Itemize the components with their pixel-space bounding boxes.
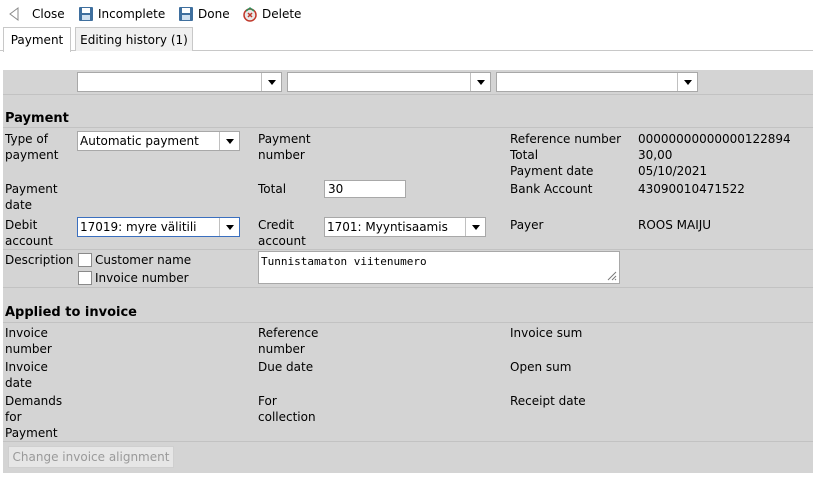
due-date-label: Due date — [258, 360, 314, 374]
chevron-down-icon — [261, 73, 281, 91]
close-button[interactable]: Close — [6, 3, 65, 25]
debit-account-label: Debit account — [5, 218, 53, 248]
type-of-payment-label: Type of payment — [5, 132, 59, 162]
bank-account-value: 43090010471522 — [638, 182, 745, 196]
done-label: Done — [198, 7, 230, 21]
customer-name-checkbox[interactable] — [78, 253, 92, 267]
delete-button[interactable]: Delete — [242, 3, 301, 25]
save-icon — [179, 7, 193, 21]
total-input[interactable]: 30 — [324, 180, 406, 198]
invoice-number-checkbox[interactable] — [78, 271, 92, 285]
tab-bar: Payment Editing history (1) — [0, 27, 813, 52]
invoice-date-label: Invoice date — [5, 360, 48, 390]
incomplete-button[interactable]: Incomplete — [78, 3, 165, 25]
credit-account-value: 1701: Myyntisaamis — [327, 220, 448, 234]
delete-icon — [243, 7, 257, 22]
description-text: Tunnistamaton viitenumero — [261, 255, 427, 268]
change-invoice-alignment-button[interactable]: Change invoice alignment — [8, 446, 174, 468]
payment-date-summary-label: Payment date — [510, 164, 594, 178]
applied-reference-number-label: Reference number — [258, 326, 319, 356]
done-button[interactable]: Done — [178, 3, 230, 25]
tab-payment[interactable]: Payment — [3, 27, 71, 52]
incomplete-label: Incomplete — [98, 7, 166, 21]
filter-select-1[interactable] — [77, 72, 282, 92]
total-summary-label: Total — [510, 148, 539, 162]
invoice-number-checkbox-label: Invoice number — [95, 271, 189, 285]
delete-label: Delete — [262, 7, 302, 21]
open-sum-label: Open sum — [510, 360, 572, 374]
invoice-sum-label: Invoice sum — [510, 326, 583, 340]
debit-account-value: 17019: myre välitili — [80, 220, 197, 234]
for-collection-label: For collection — [258, 394, 316, 424]
payment-date-summary-value: 05/10/2021 — [638, 164, 708, 178]
chevron-down-icon — [219, 132, 239, 150]
total-summary-value: 30,00 — [638, 148, 673, 162]
divider — [3, 249, 813, 250]
tab-editing-history[interactable]: Editing history (1) — [75, 27, 193, 51]
resize-grip-icon[interactable] — [605, 269, 617, 281]
receipt-date-label: Receipt date — [510, 394, 586, 408]
debit-account-select[interactable]: 17019: myre välitili — [77, 217, 240, 237]
total-label: Total — [258, 182, 287, 196]
description-label: Description — [5, 253, 74, 267]
filter-select-3[interactable] — [496, 72, 698, 92]
credit-account-select[interactable]: 1701: Myyntisaamis — [324, 217, 486, 237]
reference-number-label: Reference number — [510, 132, 622, 146]
payment-number-label: Payment number — [258, 132, 311, 162]
divider — [3, 94, 813, 95]
back-arrow-icon — [9, 7, 19, 21]
payment-date-label: Payment date — [5, 182, 58, 212]
chevron-down-icon — [465, 218, 485, 236]
bank-account-label: Bank Account — [510, 182, 593, 196]
filter-select-2[interactable] — [287, 72, 491, 92]
divider — [3, 322, 813, 323]
invoice-number-label: Invoice number — [5, 326, 52, 356]
demands-for-payment-label: Demands for Payment — [5, 394, 63, 440]
customer-name-label: Customer name — [95, 253, 192, 267]
save-icon — [79, 7, 93, 21]
tab-payment-label: Payment — [10, 33, 64, 47]
description-textarea[interactable]: Tunnistamaton viitenumero — [258, 251, 620, 284]
divider — [3, 441, 813, 442]
type-of-payment-select[interactable]: Automatic payment — [77, 131, 240, 151]
type-of-payment-value: Automatic payment — [80, 134, 199, 148]
toolbar: Close Incomplete Done Delete — [0, 0, 813, 28]
payment-section-title: Payment — [5, 111, 69, 126]
divider — [3, 127, 813, 128]
applied-section-title: Applied to invoice — [5, 305, 137, 320]
close-label: Close — [32, 7, 65, 21]
chevron-down-icon — [677, 73, 697, 91]
divider — [3, 287, 813, 288]
credit-account-label: Credit account — [258, 218, 306, 248]
reference-number-value: 00000000000000122894 — [638, 132, 791, 146]
payer-label: Payer — [510, 218, 544, 232]
payment-panel: Payment Type of payment Automatic paymen… — [3, 70, 813, 473]
tab-editing-history-label: Editing history (1) — [80, 32, 188, 47]
chevron-down-icon — [219, 218, 239, 236]
payer-value: ROOS MAIJU — [638, 218, 712, 232]
chevron-down-icon — [470, 73, 490, 91]
